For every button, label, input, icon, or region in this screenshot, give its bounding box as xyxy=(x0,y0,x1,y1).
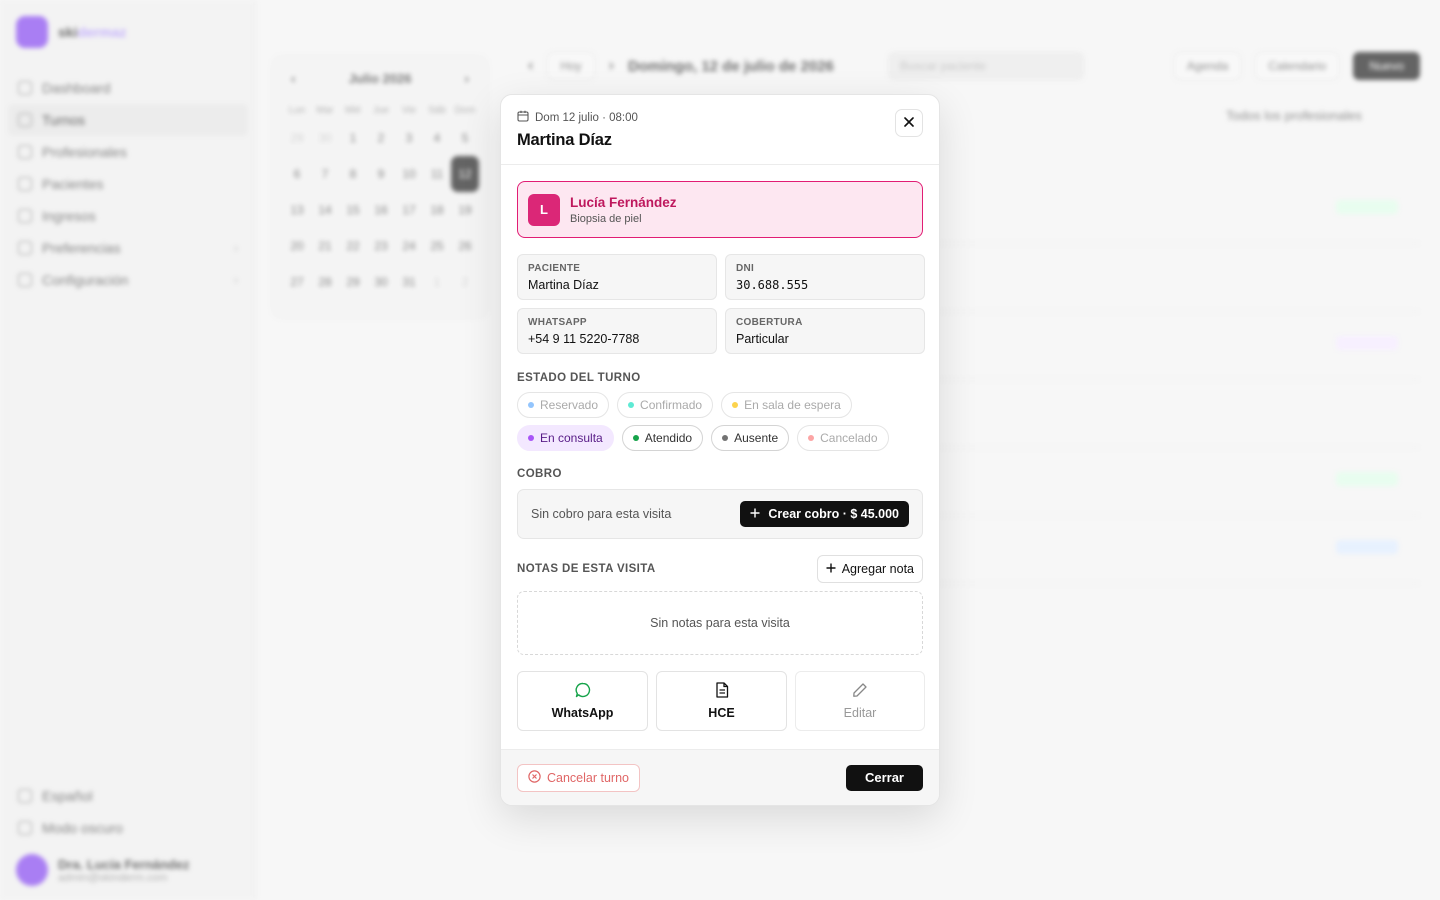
status-chip-label: Reservado xyxy=(540,398,599,412)
field-value: Particular xyxy=(736,332,789,346)
plus-icon xyxy=(826,562,836,576)
status-chip-label: Cancelado xyxy=(820,431,878,445)
field-label: PACIENTE xyxy=(528,263,581,274)
appointment-datetime: Dom 12 julio · 08:00 xyxy=(535,111,638,124)
status-dot-icon xyxy=(732,402,739,408)
professional-card[interactable]: L Lucía Fernández Biopsia de piel xyxy=(517,181,923,238)
status-dot-icon xyxy=(528,402,534,408)
cobro-empty-text: Sin cobro para esta visita xyxy=(531,507,672,521)
status-chip-label: Atendido xyxy=(644,431,693,445)
notes-empty-box: Sin notas para esta visita xyxy=(517,591,923,655)
service-name: Biopsia de piel xyxy=(570,212,642,225)
edit-label: Editar xyxy=(843,706,877,720)
close-button[interactable] xyxy=(895,109,923,137)
status-chip-label: En sala de espera xyxy=(744,398,841,412)
modal-title: Martina Díaz xyxy=(517,131,612,149)
hce-label: HCE xyxy=(708,706,735,720)
whatsapp-button[interactable]: WhatsApp xyxy=(517,671,648,731)
hce-button[interactable]: HCE xyxy=(656,671,787,731)
status-chip[interactable]: En sala de espera xyxy=(721,392,852,418)
add-note-label: Agregar nota xyxy=(841,562,914,576)
close-modal-button[interactable]: Cerrar xyxy=(845,764,923,791)
whatsapp-field: WHATSAPP +54 9 11 5220-7788 xyxy=(517,308,717,354)
modal-footer: Cancelar turno Cerrar xyxy=(501,749,939,805)
plus-icon xyxy=(750,507,760,521)
notes-empty-text: Sin notas para esta visita xyxy=(650,616,790,630)
cancel-circle-icon xyxy=(528,769,541,786)
field-value: Martina Díaz xyxy=(528,278,599,292)
status-dot-icon xyxy=(808,435,815,441)
status-chip[interactable]: Ausente xyxy=(711,425,790,451)
status-chip-label: Ausente xyxy=(734,431,779,445)
close-icon xyxy=(904,114,914,132)
cancel-appointment-button[interactable]: Cancelar turno xyxy=(517,763,640,792)
notes-section-label: NOTAS DE ESTA VISITA xyxy=(517,563,656,575)
field-value: +54 9 11 5220-7788 xyxy=(528,332,640,346)
create-charge-button[interactable]: Crear cobro · $ 45.000 xyxy=(740,501,909,527)
status-chip-label: Confirmado xyxy=(640,398,703,412)
patient-field: PACIENTE Martina Díaz xyxy=(517,254,717,300)
field-label: COBERTURA xyxy=(736,317,803,328)
quick-actions: WhatsApp HCE Editar xyxy=(517,671,925,731)
status-section-label: ESTADO DEL TURNO xyxy=(517,372,641,384)
edit-button[interactable]: Editar xyxy=(795,671,925,731)
field-label: WHATSAPP xyxy=(528,317,587,328)
professional-name: Lucía Fernández xyxy=(570,194,677,210)
modal-header: Dom 12 julio · 08:00 Martina Díaz xyxy=(501,95,939,165)
avatar: L xyxy=(528,193,560,226)
cobro-box: Sin cobro para esta visita Crear cobro ·… xyxy=(517,489,923,539)
status-chip[interactable]: Atendido xyxy=(621,425,704,451)
field-label: DNI xyxy=(736,263,755,274)
create-charge-label: Crear cobro · $ 45.000 xyxy=(768,507,899,521)
whatsapp-label: WhatsApp xyxy=(551,706,614,720)
cancel-appointment-label: Cancelar turno xyxy=(547,770,629,785)
status-chip[interactable]: En consulta xyxy=(517,425,614,451)
status-dot-icon xyxy=(628,402,635,408)
patient-fields: PACIENTE Martina Díaz DNI 30.688.555 WHA… xyxy=(517,254,925,354)
status-chips: Reservado Confirmado En sala de espera En c… xyxy=(517,392,927,451)
document-icon xyxy=(715,682,729,701)
appointment-modal: Dom 12 julio · 08:00 Martina Díaz L Lucí… xyxy=(500,94,940,806)
status-dot-icon xyxy=(528,435,534,441)
calendar-icon xyxy=(517,110,529,125)
coverage-field: COBERTURA Particular xyxy=(725,308,925,354)
status-chip[interactable]: Reservado xyxy=(517,392,610,418)
chat-bubble-icon xyxy=(575,682,591,701)
status-dot-icon xyxy=(632,435,639,441)
status-dot-icon xyxy=(722,435,729,441)
pencil-icon xyxy=(852,682,868,701)
cobro-section-label: COBRO xyxy=(517,468,562,480)
dni-field: DNI 30.688.555 xyxy=(725,254,925,300)
status-chip-label: En consulta xyxy=(540,431,603,445)
status-chip[interactable]: Confirmado xyxy=(617,392,714,418)
status-chip[interactable]: Cancelado xyxy=(797,425,889,451)
field-value: 30.688.555 xyxy=(736,278,809,292)
add-note-button[interactable]: Agregar nota xyxy=(816,555,923,583)
